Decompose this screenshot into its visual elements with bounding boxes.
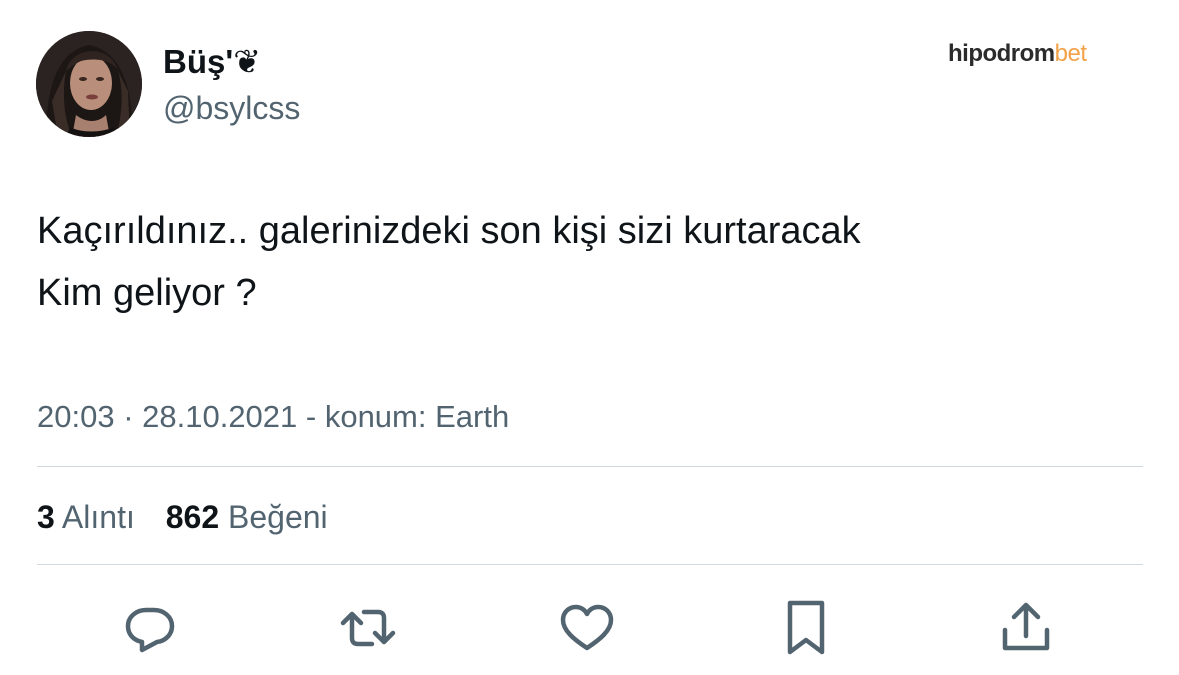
watermark-accent: bet bbox=[1054, 40, 1087, 67]
like-button[interactable] bbox=[557, 598, 617, 658]
likes-label: Beğeni bbox=[228, 499, 328, 535]
retweet-icon bbox=[340, 609, 396, 647]
tweet-text-line-2: Kim geliyor ? bbox=[37, 272, 257, 314]
bookmark-button[interactable] bbox=[776, 598, 836, 658]
quotes-label: Alıntı bbox=[61, 499, 135, 535]
reply-button[interactable] bbox=[120, 598, 180, 658]
share-button[interactable] bbox=[996, 598, 1056, 658]
like-icon bbox=[560, 604, 614, 651]
share-icon bbox=[1002, 602, 1050, 651]
quotes-count: 3 bbox=[37, 499, 55, 535]
avatar[interactable] bbox=[36, 31, 142, 137]
tweet-meta[interactable]: 20:03 · 28.10.2021 - konum: Earth bbox=[37, 396, 509, 438]
divider-top bbox=[37, 466, 1143, 467]
profile-photo bbox=[36, 31, 142, 137]
tweet-text: Kaçırıldınız.. galerinizdeki son kişi si… bbox=[37, 200, 861, 324]
tweet-stats: 3 Alıntı 862 Beğeni bbox=[37, 495, 350, 539]
tweet-text-line-1: Kaçırıldınız.. galerinizdeki son kişi si… bbox=[37, 210, 861, 252]
watermark-logo: hipodrombet bbox=[948, 38, 1087, 70]
quotes-stat[interactable]: 3 Alıntı bbox=[37, 495, 135, 539]
retweet-button[interactable] bbox=[338, 598, 398, 658]
bookmark-icon bbox=[787, 600, 825, 655]
user-handle[interactable]: @bsylcss bbox=[163, 86, 300, 130]
display-name[interactable]: Büş'❦ bbox=[163, 40, 261, 84]
likes-count: 862 bbox=[165, 499, 220, 535]
likes-stat[interactable]: 862 Beğeni bbox=[166, 495, 328, 539]
watermark-main: hipodrom bbox=[948, 40, 1055, 67]
reply-icon bbox=[125, 607, 175, 653]
divider-bottom bbox=[37, 564, 1143, 565]
